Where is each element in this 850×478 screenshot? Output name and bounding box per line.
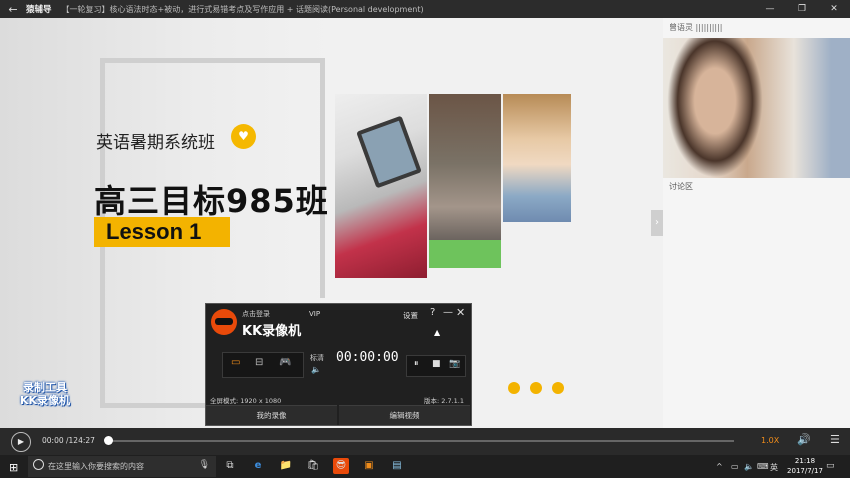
vip-badge[interactable]: VIP [309,310,320,318]
right-panel: 曾语灵 |||||||||| 讨论区 [663,18,850,428]
app-name: 猿辅导 [26,5,52,15]
window-controls: — ❐ ✕ [754,0,850,18]
login-link[interactable]: 点击登录 [242,309,270,319]
teacher-video [663,38,850,178]
volume-icon[interactable]: 🔊 [797,433,811,446]
play-button[interactable]: ▶ [11,432,31,452]
yuanfudao-taskbar-icon[interactable]: ▣ [361,458,377,474]
dot [530,382,542,394]
kk-close-icon[interactable]: ✕ [456,306,465,319]
playback-speed-button[interactable]: 1.0X [761,436,779,445]
app-taskbar-icon[interactable]: ▤ [389,458,405,474]
discussion-label: 讨论区 [669,182,693,191]
photo-tablet-student [335,94,427,278]
stop-icon[interactable]: ■ [432,359,441,369]
tray-overflow-icon[interactable]: ^ [716,462,723,471]
mouse-cursor-icon: ▲ [434,328,441,337]
kk-brand-title: KK录像机 [242,324,302,339]
lesson-label: Lesson 1 [94,217,230,247]
edit-video-tab[interactable]: 编辑视频 [339,405,470,425]
edge-icon[interactable]: e [250,458,266,474]
kk-minimize-icon[interactable]: — [443,307,453,318]
playback-time: 00:00 /124:27 [42,436,95,445]
kk-recorder-taskbar-icon[interactable]: 😎 [333,458,349,474]
slide-title: 高三目标985班 [94,182,329,220]
keyboard-icon[interactable]: ⌨ [757,462,769,471]
version-label: 版本: 2.7.1.1 [424,397,464,405]
kk-logo-icon [211,309,237,335]
photo-smiling-student [503,94,571,222]
watermark-line2: KK录像机 [19,394,71,407]
store-icon[interactable]: 🛍 [305,458,321,474]
menu-icon[interactable]: ☰ [830,433,840,446]
recording-mode-group: ▭ ⊟ 🎮 [222,352,304,378]
tablet-image [356,115,422,189]
notification-icon[interactable]: ▭ [826,461,835,471]
kk-recorder-window: 点击登录 VIP KK录像机 设置 ? — ✕ ▭ ⊟ 🎮 标清 🔈 00:00… [205,303,472,426]
dot [508,382,520,394]
minimize-icon[interactable]: — [754,0,786,18]
quality-selector[interactable]: 标清 [310,353,324,363]
recording-timer: 00:00:00 [336,350,399,365]
slide-dots [508,382,564,394]
back-arrow-icon[interactable]: ← [0,3,26,16]
taskbar-clock[interactable]: 21:18 2017/7/17 [787,456,823,476]
kk-watermark: 录制工具 KK录像机 [14,381,76,407]
clock-time: 21:18 [794,457,816,465]
speaker-icon[interactable]: 🔈 [744,462,754,471]
audio-speaker-icon[interactable]: 🔈 [311,365,321,374]
fullscreen-resolution: 全屏模式: 1920 x 1080 [210,397,282,405]
progress-track[interactable] [106,440,734,442]
camera-icon[interactable]: 📷 [449,359,460,369]
window-mode-icon[interactable]: ⊟ [255,357,263,368]
task-view-icon[interactable]: ⧉ [222,458,238,474]
microphone-icon[interactable]: 🎙 [199,460,210,470]
file-explorer-icon[interactable]: 📁 [278,458,294,474]
clock-date: 2017/7/17 [787,467,823,475]
ime-indicator[interactable]: 英 [770,462,778,473]
screen-mode-icon[interactable]: ▭ [231,357,240,368]
heart-badge-icon: ♥ [231,124,256,149]
teacher-figure [667,38,763,178]
help-icon[interactable]: ? [430,307,435,318]
course-title: 【一轮复习】核心语法时态+被动，进行式易错考点及写作应用 + 话题阅读(Pers… [61,4,424,14]
restore-icon[interactable]: ❐ [786,0,818,18]
cortana-icon [33,459,44,470]
photo-classroom-desk [429,240,501,268]
close-icon[interactable]: ✕ [818,0,850,18]
dot [552,382,564,394]
windows-start-icon[interactable]: ⊞ [9,461,18,474]
progress-knob[interactable] [104,436,113,445]
watermark-line1: 录制工具 [23,381,67,394]
taskbar-search-box[interactable]: 在这里输入你要搜索的内容 🎙 [28,456,216,477]
teacher-name: 曾语灵 |||||||||| [669,23,723,32]
game-mode-icon[interactable]: 🎮 [279,357,291,368]
settings-button[interactable]: 设置 [403,310,418,321]
side-panel-toggle-icon[interactable]: › [651,210,663,236]
search-placeholder: 在这里输入你要搜索的内容 [48,462,144,471]
slide-subtitle: 英语暑期系统班 [96,133,215,153]
my-recordings-tab[interactable]: 我的录像 [206,405,337,425]
pause-icon[interactable]: ⏸ [414,359,419,369]
recording-buttons: ⏸ ■ 📷 [406,355,466,377]
window-title-bar: ← 猿辅导 【一轮复习】核心语法时态+被动，进行式易错考点及写作应用 + 话题阅… [0,0,850,18]
battery-icon[interactable]: ▭ [731,462,739,471]
